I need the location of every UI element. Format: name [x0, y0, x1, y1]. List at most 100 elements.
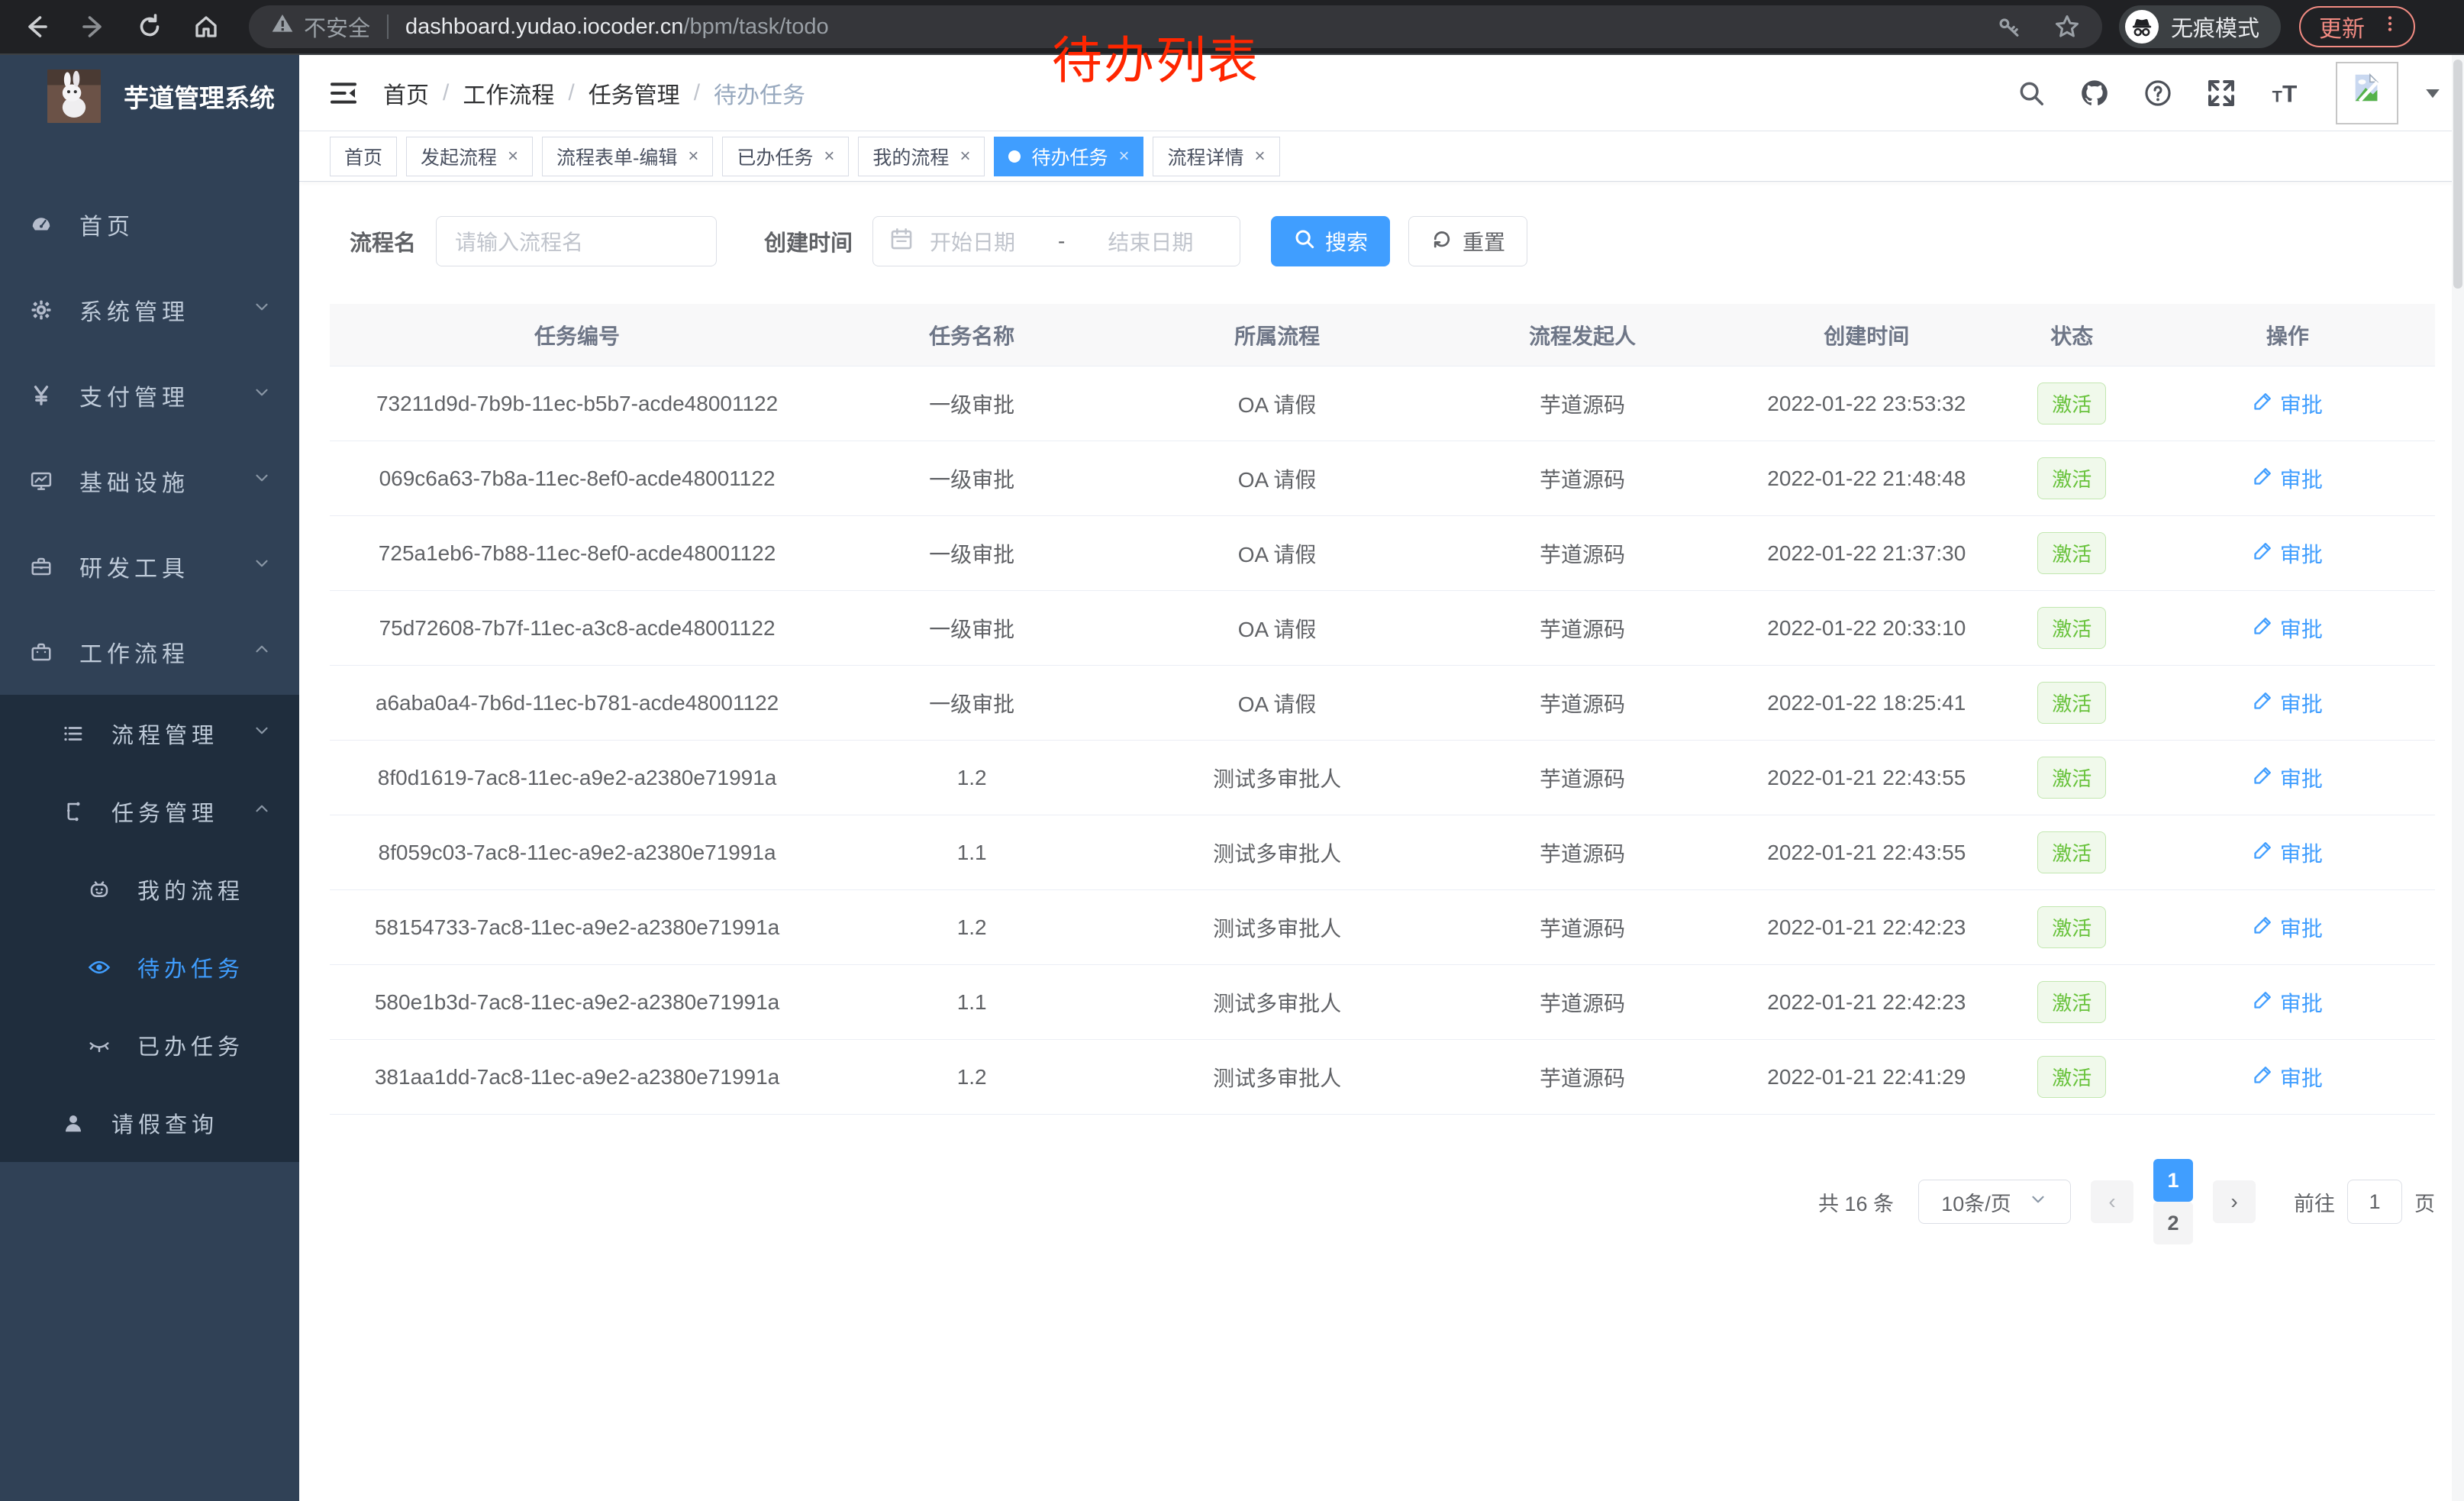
cell-所属流程: 测试多审批人 — [1119, 763, 1435, 793]
table-row: 725a1eb6-7b88-11ec-8ef0-acde48001122一级审批… — [330, 516, 2435, 591]
tab-label: 我的流程 — [872, 143, 949, 170]
goto-page-input[interactable]: 1 — [2347, 1180, 2402, 1224]
reload-icon[interactable] — [134, 11, 165, 42]
tab-首页[interactable]: 首页 — [330, 137, 397, 176]
security-indicator[interactable]: 不安全 — [270, 11, 370, 43]
cell-流程发起人: 芋道源码 — [1435, 1062, 1730, 1093]
chevron-down-icon[interactable] — [2421, 82, 2444, 105]
create-time-label: 创建时间 — [764, 225, 853, 257]
cell-创建时间: 2022-01-21 22:42:23 — [1730, 990, 2004, 1015]
close-icon[interactable]: × — [688, 146, 698, 167]
cell-任务编号: 8f059c03-7ac8-11ec-a9e2-a2380e71991a — [330, 841, 824, 865]
sidebar-item-支付管理[interactable]: 支付管理 — [0, 353, 299, 438]
browser-update-button[interactable]: 更新 — [2299, 6, 2415, 47]
page-button-2[interactable]: 2 — [2153, 1202, 2193, 1244]
sidebar-item-研发工具[interactable]: 研发工具 — [0, 524, 299, 609]
sidebar-item-我的流程[interactable]: 我的流程 — [0, 851, 299, 928]
breadcrumb-item[interactable]: 工作流程 — [463, 76, 554, 110]
scrollbar-thumb[interactable] — [2453, 60, 2462, 289]
date-range-picker[interactable]: 开始日期 - 结束日期 — [872, 216, 1240, 266]
status-badge: 激活 — [2037, 757, 2106, 799]
cell-任务名称: 一级审批 — [824, 463, 1119, 494]
approve-link[interactable]: 审批 — [2253, 463, 2323, 494]
scrollbar[interactable] — [2452, 55, 2464, 1501]
home-icon[interactable] — [191, 11, 221, 42]
sidebar-item-首页[interactable]: 首页 — [0, 182, 299, 267]
tab-我的流程[interactable]: 我的流程 × — [858, 137, 985, 176]
cell-所属流程: OA 请假 — [1119, 613, 1435, 644]
sidebar-item-任务管理[interactable]: 任务管理 — [0, 773, 299, 851]
close-icon[interactable]: × — [959, 146, 970, 167]
sidebar-item-工作流程[interactable]: 工作流程 — [0, 609, 299, 695]
breadcrumb-item[interactable]: 任务管理 — [589, 76, 680, 110]
approve-link[interactable]: 审批 — [2253, 613, 2323, 644]
content: 流程名 请输入流程名 创建时间 开始日期 - 结束日期 搜索 重置 任务编号任务… — [299, 182, 2464, 1244]
reset-button[interactable]: 重置 — [1408, 216, 1527, 266]
avatar[interactable] — [2336, 62, 2398, 124]
cell-任务名称: 1.2 — [824, 915, 1119, 940]
forward-icon[interactable] — [78, 11, 108, 42]
search-icon[interactable] — [2017, 79, 2046, 108]
task-table: 任务编号任务名称所属流程流程发起人创建时间状态操作 73211d9d-7b9b-… — [330, 304, 2435, 1115]
process-name-input[interactable]: 请输入流程名 — [436, 216, 717, 266]
prev-page-button[interactable]: ‹ — [2091, 1180, 2133, 1223]
github-icon[interactable] — [2079, 78, 2110, 108]
page-size-value: 10条/页 — [1941, 1187, 2011, 1217]
cell-任务名称: 1.2 — [824, 1065, 1119, 1089]
menu-dots-icon[interactable] — [2380, 11, 2400, 42]
star-icon[interactable] — [2053, 13, 2081, 40]
cell-流程发起人: 芋道源码 — [1435, 538, 1730, 569]
tab-流程表单-编辑[interactable]: 流程表单-编辑× — [542, 137, 713, 176]
edit-pen-icon — [2253, 689, 2274, 716]
cell-任务编号: a6aba0a4-7b6d-11ec-b781-acde48001122 — [330, 691, 824, 715]
sidebar-item-已办任务[interactable]: 已办任务 — [0, 1006, 299, 1084]
dashboard-icon — [29, 213, 53, 236]
user-icon — [61, 1112, 85, 1135]
breadcrumb-item[interactable]: 首页 — [383, 76, 429, 110]
help-icon[interactable] — [2143, 79, 2172, 108]
page-button-1[interactable]: 1 — [2153, 1159, 2193, 1202]
approve-link[interactable]: 审批 — [2253, 1062, 2323, 1093]
approve-link[interactable]: 审批 — [2253, 389, 2323, 419]
back-icon[interactable] — [21, 11, 52, 42]
tab-已办任务[interactable]: 已办任务× — [722, 137, 849, 176]
close-icon[interactable]: × — [824, 146, 834, 167]
approve-link[interactable]: 审批 — [2253, 538, 2323, 569]
sidebar-item-待办任务[interactable]: 待办任务 — [0, 928, 299, 1006]
table-row: 58154733-7ac8-11ec-a9e2-a2380e71991a1.2测… — [330, 890, 2435, 965]
approve-link[interactable]: 审批 — [2253, 838, 2323, 868]
eye-closed-icon — [87, 1034, 111, 1057]
cell-流程发起人: 芋道源码 — [1435, 389, 1730, 419]
sidebar-item-系统管理[interactable]: 系统管理 — [0, 267, 299, 353]
cell-所属流程: 测试多审批人 — [1119, 912, 1435, 943]
fullscreen-icon[interactable] — [2206, 78, 2237, 108]
approve-label: 审批 — [2280, 1062, 2323, 1093]
key-icon[interactable] — [1997, 14, 2023, 40]
cell-所属流程: OA 请假 — [1119, 688, 1435, 718]
approve-link[interactable]: 审批 — [2253, 912, 2323, 943]
next-page-button[interactable]: › — [2213, 1180, 2256, 1223]
sidebar-item-请假查询[interactable]: 请假查询 — [0, 1084, 299, 1162]
approve-label: 审批 — [2280, 763, 2323, 793]
close-icon[interactable]: × — [1255, 146, 1266, 167]
sidebar-collapse-icon[interactable] — [299, 78, 383, 108]
tab-流程详情[interactable]: 流程详情× — [1153, 137, 1279, 176]
approve-link[interactable]: 审批 — [2253, 763, 2323, 793]
approve-link[interactable]: 审批 — [2253, 688, 2323, 718]
status-badge: 激活 — [2037, 457, 2106, 499]
approve-label: 审批 — [2280, 463, 2323, 494]
column-header-任务编号: 任务编号 — [330, 320, 824, 350]
close-icon[interactable]: × — [508, 146, 518, 167]
sidebar-item-基础设施[interactable]: 基础设施 — [0, 438, 299, 524]
search-button[interactable]: 搜索 — [1271, 216, 1390, 266]
tab-发起流程[interactable]: 发起流程× — [406, 137, 533, 176]
column-header-操作: 操作 — [2140, 320, 2435, 350]
app-logo[interactable]: 芋道管理系统 — [0, 55, 299, 137]
page-size-select[interactable]: 10条/页 — [1918, 1180, 2071, 1224]
sidebar-item-流程管理[interactable]: 流程管理 — [0, 695, 299, 773]
font-size-icon[interactable]: TT — [2270, 78, 2302, 108]
chevron-up-icon — [252, 799, 272, 825]
close-icon[interactable]: × — [1118, 146, 1129, 167]
tab-待办任务[interactable]: 待办任务× — [994, 137, 1143, 176]
approve-link[interactable]: 审批 — [2253, 987, 2323, 1018]
